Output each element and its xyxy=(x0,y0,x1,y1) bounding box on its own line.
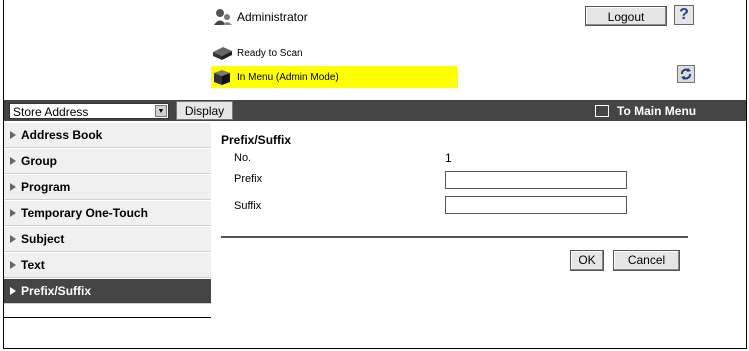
triangle-right-icon xyxy=(10,287,16,295)
cancel-button[interactable]: Cancel xyxy=(613,250,680,271)
suffix-input[interactable] xyxy=(445,196,627,214)
sidebar-item-label: Subject xyxy=(21,232,65,246)
triangle-right-icon xyxy=(10,209,16,217)
machine-icon xyxy=(214,70,230,85)
display-button[interactable]: Display xyxy=(176,101,233,120)
no-value: 1 xyxy=(445,151,452,165)
suffix-label: Suffix xyxy=(234,200,262,212)
sidebar-item-program[interactable]: Program xyxy=(4,175,211,200)
sidebar-item-label: Program xyxy=(21,180,71,194)
sidebar-item-label: Group xyxy=(21,154,57,168)
chevron-down-icon[interactable]: ▼ xyxy=(155,105,167,117)
sidebar-item-prefix-suffix[interactable]: Prefix/Suffix xyxy=(4,279,211,304)
ok-button[interactable]: OK xyxy=(570,250,604,271)
sidebar-item-subject[interactable]: Subject xyxy=(4,227,211,252)
scan-status-text: Ready to Scan xyxy=(237,47,303,59)
sidebar-item-temporary-one-touch[interactable]: Temporary One-Touch xyxy=(4,201,211,226)
user-indicator: Administrator xyxy=(213,7,308,27)
sidebar: Address Book Group Program Temporary One… xyxy=(4,123,211,305)
main-menu-label: To Main Menu xyxy=(617,103,697,118)
select-value: Store Address xyxy=(13,105,89,119)
sidebar-item-group[interactable]: Group xyxy=(4,149,211,174)
divider xyxy=(221,236,688,238)
scanner-icon xyxy=(213,47,232,60)
refresh-icon[interactable] xyxy=(677,65,695,83)
sidebar-item-label: Temporary One-Touch xyxy=(21,206,148,220)
store-address-select[interactable]: Store Address ▼ xyxy=(9,103,169,119)
sidebar-item-label: Text xyxy=(21,258,45,272)
menu-icon xyxy=(595,104,609,117)
sidebar-item-address-book[interactable]: Address Book xyxy=(4,123,211,148)
user-label: Administrator xyxy=(237,10,308,24)
triangle-right-icon xyxy=(10,157,16,165)
prefix-input[interactable] xyxy=(445,171,627,189)
sidebar-divider xyxy=(4,317,211,318)
no-label: No. xyxy=(234,152,252,164)
triangle-right-icon xyxy=(10,131,16,139)
logout-button[interactable]: Logout xyxy=(585,6,667,26)
triangle-right-icon xyxy=(10,183,16,191)
help-button[interactable]: ? xyxy=(674,5,694,25)
mode-status-text: In Menu (Admin Mode) xyxy=(237,71,339,83)
sidebar-item-label: Address Book xyxy=(21,128,103,142)
page-title: Prefix/Suffix xyxy=(221,133,292,147)
triangle-right-icon xyxy=(10,235,16,243)
main-menu-link[interactable]: To Main Menu xyxy=(595,101,696,120)
sidebar-item-text[interactable]: Text xyxy=(4,253,211,278)
sidebar-item-label: Prefix/Suffix xyxy=(21,284,92,298)
prefix-label: Prefix xyxy=(234,173,263,185)
triangle-right-icon xyxy=(10,261,16,269)
user-icon xyxy=(214,9,232,25)
mode-status: In Menu (Admin Mode) xyxy=(211,66,458,88)
scan-status: Ready to Scan xyxy=(211,42,303,64)
